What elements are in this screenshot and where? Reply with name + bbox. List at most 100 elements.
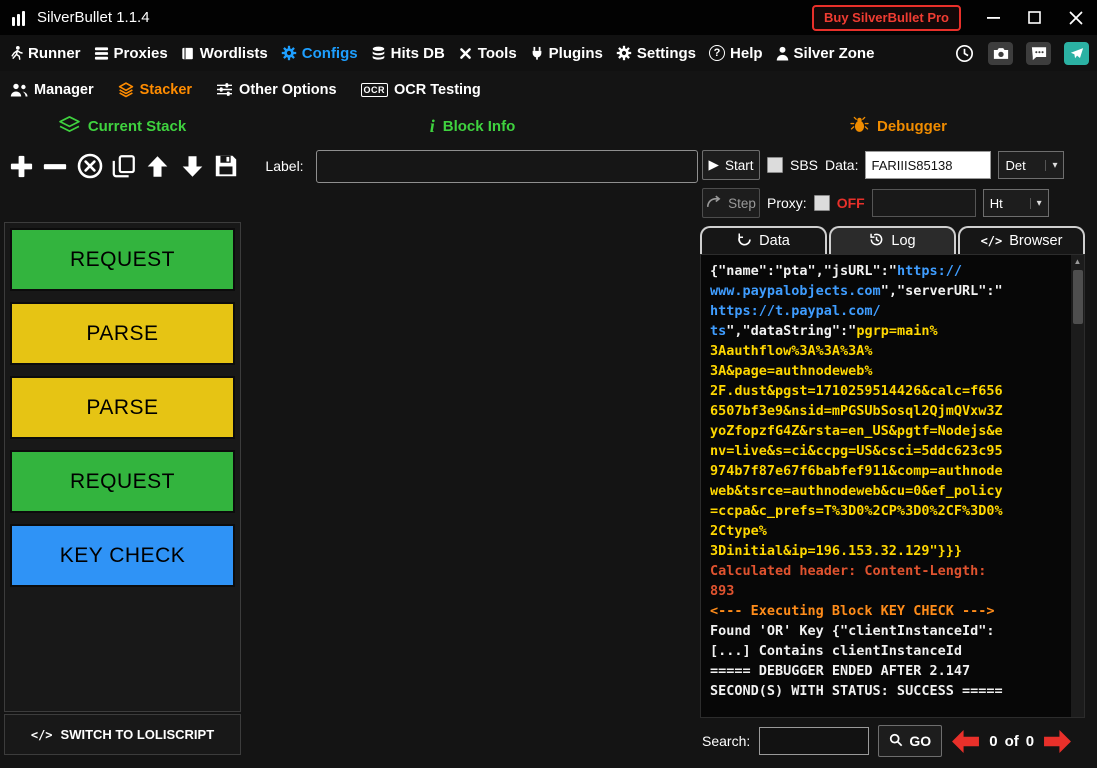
result-current: 0 xyxy=(989,733,997,750)
block-label-input[interactable] xyxy=(316,150,698,183)
remove-block-button[interactable] xyxy=(40,148,70,184)
scrollbar-thumb[interactable] xyxy=(1073,270,1083,324)
move-up-button[interactable] xyxy=(143,148,173,184)
layers-icon xyxy=(94,46,109,61)
menu-item-help[interactable]: ? Help xyxy=(709,45,763,62)
search-go-button[interactable]: GO xyxy=(878,725,942,757)
app-window: SilverBullet 1.1.4 Buy SilverBullet Pro … xyxy=(0,0,1097,768)
chevron-down-icon: ▾ xyxy=(1030,198,1048,209)
menu-label: Configs xyxy=(302,45,358,62)
menu-item-silver-zone[interactable]: Silver Zone xyxy=(776,45,875,62)
save-stack-button[interactable] xyxy=(211,148,241,184)
go-label: GO xyxy=(909,733,931,749)
submenu-item-other-options[interactable]: Other Options xyxy=(216,82,336,98)
stack-block-request[interactable]: REQUEST xyxy=(10,228,235,291)
menu-item-wordlists[interactable]: Wordlists xyxy=(181,45,268,62)
debugger-row-2: Step Proxy: OFF Ht ▾ xyxy=(702,184,1087,222)
start-button[interactable]: ▶ Start xyxy=(702,150,760,180)
menu-label: Tools xyxy=(478,45,517,62)
stacker-layers-icon xyxy=(118,82,134,98)
menu-item-runner[interactable]: Runner xyxy=(8,45,81,62)
settings-gear-icon xyxy=(616,45,632,61)
stack-block-request[interactable]: REQUEST xyxy=(10,450,235,513)
play-icon: ▶ xyxy=(709,157,719,173)
section-title: Current Stack xyxy=(88,118,186,135)
scroll-up-icon[interactable]: ▲ xyxy=(1071,255,1084,268)
maximize-button[interactable] xyxy=(1028,11,1041,24)
stack-block-list: REQUEST PARSE PARSE REQUEST KEY CHECK xyxy=(4,222,241,712)
code-icon: </> xyxy=(31,728,53,742)
log-line: =ccpa&c_prefs=T%3D0%2CP%3D0%2CF%3D0% xyxy=(710,501,1068,521)
debugger-row-1: ▶ Start SBS Data: Det ▾ xyxy=(702,146,1087,184)
book-icon xyxy=(181,46,195,61)
help-icon: ? xyxy=(709,45,725,61)
search-icon xyxy=(889,733,903,750)
submenu-item-manager[interactable]: Manager xyxy=(10,82,94,98)
step-button[interactable]: Step xyxy=(702,188,760,218)
menu-label: Wordlists xyxy=(200,45,268,62)
next-result-button[interactable] xyxy=(1043,729,1072,754)
stack-block-parse[interactable]: PARSE xyxy=(10,376,235,439)
chat-icon[interactable] xyxy=(1026,42,1051,65)
telegram-icon[interactable] xyxy=(1064,42,1089,65)
buy-pro-button[interactable]: Buy SilverBullet Pro xyxy=(812,5,961,31)
sbs-checkbox[interactable] xyxy=(767,157,783,173)
clone-block-button[interactable] xyxy=(109,148,139,184)
prev-result-button[interactable] xyxy=(951,729,980,754)
submenu-item-stacker[interactable]: Stacker xyxy=(118,82,192,98)
submenu-label: Other Options xyxy=(239,82,336,98)
stack-block-parse[interactable]: PARSE xyxy=(10,302,235,365)
wordlist-type-dropdown[interactable]: Det ▾ xyxy=(998,151,1064,179)
menu-label: Hits DB xyxy=(391,45,445,62)
menu-label: Proxies xyxy=(114,45,168,62)
history-clock-icon[interactable] xyxy=(954,43,975,64)
switch-to-loliscript-button[interactable]: </> SWITCH TO LOLISCRIPT xyxy=(4,714,241,755)
tab-label: Browser xyxy=(1009,233,1062,249)
tab-browser[interactable]: </> Browser xyxy=(958,226,1085,254)
app-logo-icon xyxy=(10,9,28,27)
menu-item-settings[interactable]: Settings xyxy=(616,45,696,62)
current-stack-header: Current Stack xyxy=(0,116,245,137)
tab-label: Log xyxy=(891,233,915,249)
minimize-button[interactable] xyxy=(987,11,1000,24)
debugger-header: Debugger xyxy=(700,116,1097,137)
menu-label: Runner xyxy=(28,45,81,62)
info-icon: i xyxy=(430,116,435,137)
menu-item-proxies[interactable]: Proxies xyxy=(94,45,168,62)
menu-item-hits-db[interactable]: Hits DB xyxy=(371,45,445,62)
log-scrollbar[interactable]: ▲ xyxy=(1071,255,1084,717)
block-info-header: i Block Info xyxy=(245,116,700,137)
sliders-icon xyxy=(216,82,233,97)
user-icon xyxy=(776,46,789,61)
bug-icon xyxy=(850,116,869,137)
close-button[interactable] xyxy=(1069,11,1083,25)
tab-log[interactable]: Log xyxy=(829,226,956,254)
move-down-button[interactable] xyxy=(177,148,207,184)
proxy-input[interactable] xyxy=(872,189,976,217)
submenu-item-ocr-testing[interactable]: OCR OCR Testing xyxy=(361,82,481,98)
log-line: 2F.dust&pgst=1710259514426&calc=f656 xyxy=(710,381,1068,401)
add-block-button[interactable] xyxy=(6,148,36,184)
proxy-state: OFF xyxy=(837,195,865,211)
menu-item-tools[interactable]: Tools xyxy=(458,45,517,62)
database-icon xyxy=(371,46,386,61)
log-line: 3Aauthflow%3A%3A%3A% xyxy=(710,341,1068,361)
search-input[interactable] xyxy=(759,727,869,755)
menu-item-plugins[interactable]: Plugins xyxy=(530,45,603,62)
ocr-icon: OCR xyxy=(361,83,389,97)
proxy-checkbox[interactable] xyxy=(814,195,830,211)
log-output: {"name":"pta","jsURL":"https://www.paypa… xyxy=(700,254,1085,718)
tab-data[interactable]: Data xyxy=(700,226,827,254)
stack-block-key-check[interactable]: KEY CHECK xyxy=(10,524,235,587)
section-title: Debugger xyxy=(877,118,947,135)
menu-item-configs[interactable]: Configs xyxy=(281,45,358,62)
data-input[interactable] xyxy=(865,151,991,179)
camera-icon[interactable] xyxy=(988,42,1013,65)
titlebar: SilverBullet 1.1.4 Buy SilverBullet Pro xyxy=(0,0,1097,35)
runner-icon xyxy=(8,45,23,61)
step-arrow-icon xyxy=(706,195,722,211)
proxy-type-dropdown[interactable]: Ht ▾ xyxy=(983,189,1049,217)
refresh-icon xyxy=(737,232,752,251)
log-line: SECOND(S) WITH STATUS: SUCCESS ===== xyxy=(710,681,1068,701)
clear-stack-button[interactable] xyxy=(74,148,104,184)
